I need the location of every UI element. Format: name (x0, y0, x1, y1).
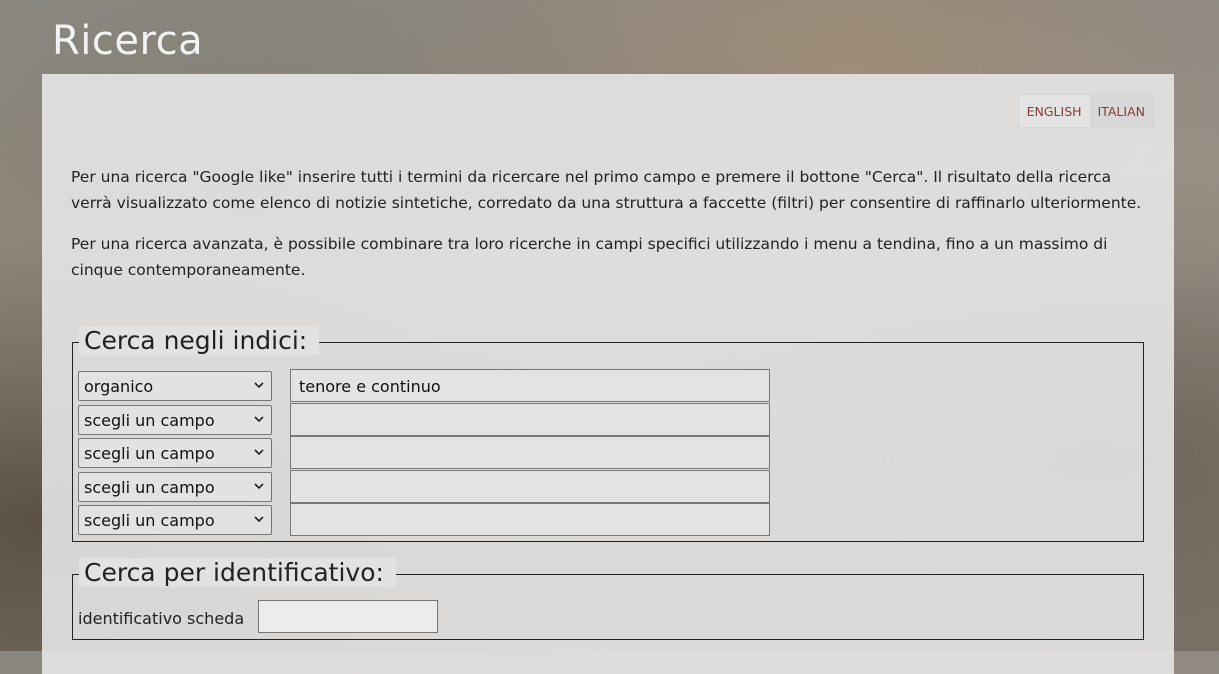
search-term-input[interactable]: tenore e continuo (290, 369, 770, 402)
intro-text: Per una ricerca "Google like" inserire t… (71, 164, 1151, 298)
search-term-input[interactable] (290, 403, 770, 436)
page-title: Ricerca (52, 18, 204, 64)
chevron-down-icon (254, 449, 264, 456)
search-term-input[interactable] (290, 503, 770, 536)
search-panel: ENGLISH ITALIAN Per una ricerca "Google … (42, 74, 1174, 674)
field-select[interactable]: scegli un campo (78, 405, 272, 435)
lang-italian-button[interactable]: ITALIAN (1089, 95, 1153, 127)
lang-english-button[interactable]: ENGLISH (1019, 95, 1090, 127)
chevron-down-icon (254, 416, 264, 423)
id-search-legend: Cerca per identificativo: (79, 558, 396, 587)
search-term-input[interactable] (290, 436, 770, 469)
record-id-label: identificativo scheda (78, 609, 245, 628)
chevron-down-icon (254, 483, 264, 490)
field-select-value: scegli un campo (84, 444, 215, 463)
chevron-down-icon (254, 382, 264, 389)
intro-paragraph-1: Per una ricerca "Google like" inserire t… (71, 168, 1142, 212)
record-id-input[interactable] (258, 600, 438, 633)
search-term-input[interactable] (290, 470, 770, 503)
index-search-legend: Cerca negli indici: (79, 326, 320, 355)
id-search-fieldset: Cerca per identificativo: identificativo… (72, 558, 1144, 640)
field-select-value: scegli un campo (84, 478, 215, 497)
field-select-value: organico (84, 377, 154, 396)
field-select[interactable]: scegli un campo (78, 472, 272, 502)
language-switcher: ENGLISH ITALIAN (1017, 94, 1154, 128)
chevron-down-icon (254, 516, 264, 523)
field-select[interactable]: scegli un campo (78, 438, 272, 468)
field-select[interactable]: organico (78, 371, 272, 401)
field-select-value: scegli un campo (84, 411, 215, 430)
index-search-fieldset: Cerca negli indici: organico tenore e co… (72, 326, 1144, 542)
intro-paragraph-2: Per una ricerca avanzata, è possibile co… (71, 235, 1108, 279)
field-select[interactable]: scegli un campo (78, 505, 272, 535)
field-select-value: scegli un campo (84, 511, 215, 530)
